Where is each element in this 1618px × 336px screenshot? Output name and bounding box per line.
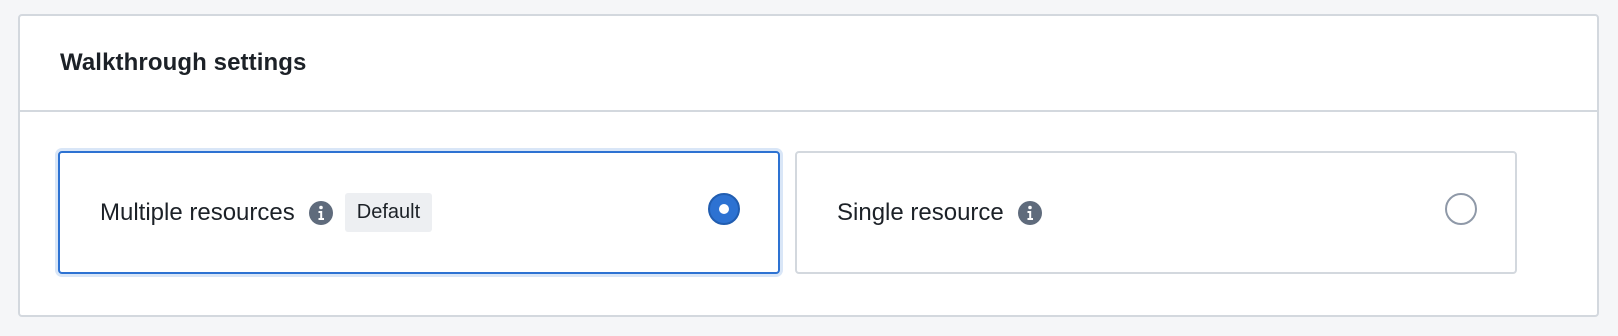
walkthrough-options: Multiple resources Default Single resour… <box>20 112 1597 317</box>
option-label-single-resource: Single resource <box>837 198 1004 226</box>
panel-title: Walkthrough settings <box>60 49 307 76</box>
radio-multiple-resources[interactable] <box>708 192 740 225</box>
option-content: Multiple resources Default <box>60 193 708 232</box>
option-content: Single resource <box>797 199 1445 227</box>
option-label-multiple-resources: Multiple resources <box>100 198 295 226</box>
info-icon[interactable] <box>1017 200 1042 225</box>
default-badge: Default <box>344 193 433 232</box>
option-single-resource[interactable]: Single resource <box>795 151 1517 274</box>
walkthrough-settings-panel: Walkthrough settings Multiple resources … <box>18 14 1599 317</box>
option-multiple-resources[interactable]: Multiple resources Default <box>58 151 780 274</box>
radio-single-resource[interactable] <box>1445 192 1477 225</box>
panel-header: Walkthrough settings <box>20 16 1597 112</box>
info-icon[interactable] <box>308 200 333 225</box>
